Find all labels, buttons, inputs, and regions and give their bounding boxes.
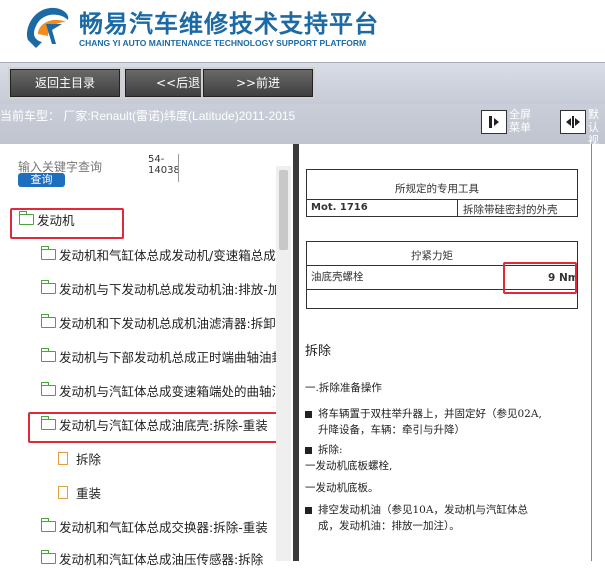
tree-node-label: 发动机与汽缸体总成变速箱端处的曲轴油封 <box>59 383 276 399</box>
tree-node[interactable]: 发动机和汽缸体总成油压传感器:拆除 <box>41 546 276 570</box>
tree-node-label: 发动机与下部发动机总成正时端曲轴油封 <box>59 349 276 365</box>
tree-node-label: 拆除 <box>76 451 102 467</box>
instruction-2: 拆除: <box>305 442 343 458</box>
fullscreen-label: 全屏 菜单 <box>509 108 531 134</box>
tools-header: 所规定的专用工具 <box>395 183 479 195</box>
tool-code: Mot. 1716 <box>311 202 368 213</box>
instruction-3: 排空发动机油（参见10A，发动机与汽缸体总 成，发动机油：排放一加注）。 <box>305 502 587 534</box>
app-title: 畅易汽车维修技术支持平台 <box>79 10 379 38</box>
folder-icon <box>41 381 56 396</box>
current-vehicle-label: 当前车型： 厂家:Renault(雷诺)纬度(Latitude)2011-201… <box>0 109 296 123</box>
search-button[interactable]: 查询 <box>18 173 65 187</box>
instruction-line-4: 一发动机底板。 <box>305 482 379 494</box>
tree-node[interactable]: 发动机和下发动机总成机油滤清器:拆卸-重装 <box>41 310 276 334</box>
tree-node-label: 发动机与下发动机总成发动机油:排放-加注 <box>59 281 276 297</box>
folder-icon <box>41 517 56 532</box>
tree-node[interactable]: 发动机和气缸体总成交换器:拆除-重装 <box>41 514 276 538</box>
tree-node[interactable]: 发动机与下部发动机总成正时端曲轴油封 <box>41 344 276 368</box>
torque-header: 拧紧力矩 <box>411 250 453 262</box>
document-next-page-edge <box>591 144 605 561</box>
folder-icon <box>41 313 56 328</box>
app-header: 畅易汽车维修技术支持平台 CHANG YI AUTO MAINTENANCE T… <box>0 0 605 62</box>
tree-node-label: 发动机和气缸体总成交换器:拆除-重装 <box>59 519 268 535</box>
tree-node-label: 发动机和气缸体总成发动机/变速箱总成 <box>59 247 276 263</box>
tree-node[interactable]: 发动机和气缸体总成发动机/变速箱总成 <box>41 242 276 266</box>
tree-node-label: 发动机和下发动机总成机油滤清器:拆卸-重装 <box>59 315 276 331</box>
code-divider <box>178 154 179 182</box>
split-view-icon <box>566 116 580 128</box>
highlight-torque-value <box>503 262 577 294</box>
forward-button[interactable]: >>前进 <box>201 67 315 99</box>
bullet-icon <box>305 410 312 418</box>
home-button[interactable]: 返回主目录 <box>8 67 122 99</box>
tree-node-label: 发动机和汽缸体总成油压传感器:拆除 <box>59 551 264 567</box>
tree-node[interactable]: 发动机与汽缸体总成变速箱端处的曲轴油封 <box>41 378 276 402</box>
tool-description: 拆除带硅密封的外壳 <box>463 204 558 216</box>
cy-logo-icon <box>26 7 69 49</box>
tree-scrollbar[interactable] <box>276 166 291 561</box>
document-icon <box>58 451 68 465</box>
vehicle-info-bar: 当前车型： 厂家:Renault(雷诺)纬度(Latitude)2011-201… <box>0 104 605 160</box>
catalog-tree-panel: 输入关键字查询 查询 54- 14038 发动机 发动机和气缸体总成发动机/变速箱… <box>0 144 294 567</box>
scrollbar-thumb[interactable] <box>279 170 288 250</box>
step-title: 一.拆除准备操作 <box>305 382 382 394</box>
folder-icon <box>41 245 56 260</box>
tree-leaf-removal[interactable]: 拆除 <box>58 446 101 470</box>
app-subtitle: CHANG YI AUTO MAINTENANCE TECHNOLOGY SUP… <box>79 38 367 48</box>
document-icon <box>58 485 68 499</box>
highlight-oil-pan <box>28 412 288 443</box>
document-pane: 所规定的专用工具 Mot. 1716 拆除带硅密封的外壳 拧紧力矩 油底壳螺栓 … <box>299 144 591 561</box>
highlight-engine <box>10 208 124 239</box>
navigation-bar: 返回主目录 <<后退. >>前进 <box>0 62 605 105</box>
instruction-1: 将车辆置于双柱举升器上，并固定好（参见02A, 升降设备，车辆：牵引与升降） <box>305 406 587 438</box>
tree-node[interactable]: 发动机与下发动机总成发动机油:排放-加注 <box>41 276 276 300</box>
torque-item: 油底壳螺栓 <box>311 271 364 283</box>
section-title: 拆除 <box>305 344 332 359</box>
folder-icon <box>41 279 56 294</box>
code-label: 54- 14038 <box>148 154 180 176</box>
fullscreen-icon <box>489 116 499 128</box>
fullscreen-button[interactable] <box>481 110 507 134</box>
bullet-icon <box>305 446 312 454</box>
special-tools-table: 所规定的专用工具 Mot. 1716 拆除带硅密封的外壳 <box>306 169 578 217</box>
folder-icon <box>41 549 56 564</box>
tree-leaf-reinstall[interactable]: 重装 <box>58 480 101 504</box>
folder-icon <box>41 347 56 362</box>
default-view-button[interactable] <box>560 110 586 134</box>
bullet-icon <box>305 506 312 514</box>
tree-node-label: 重装 <box>76 485 102 501</box>
instruction-line-3: 一发动机底板螺栓, <box>305 460 393 472</box>
